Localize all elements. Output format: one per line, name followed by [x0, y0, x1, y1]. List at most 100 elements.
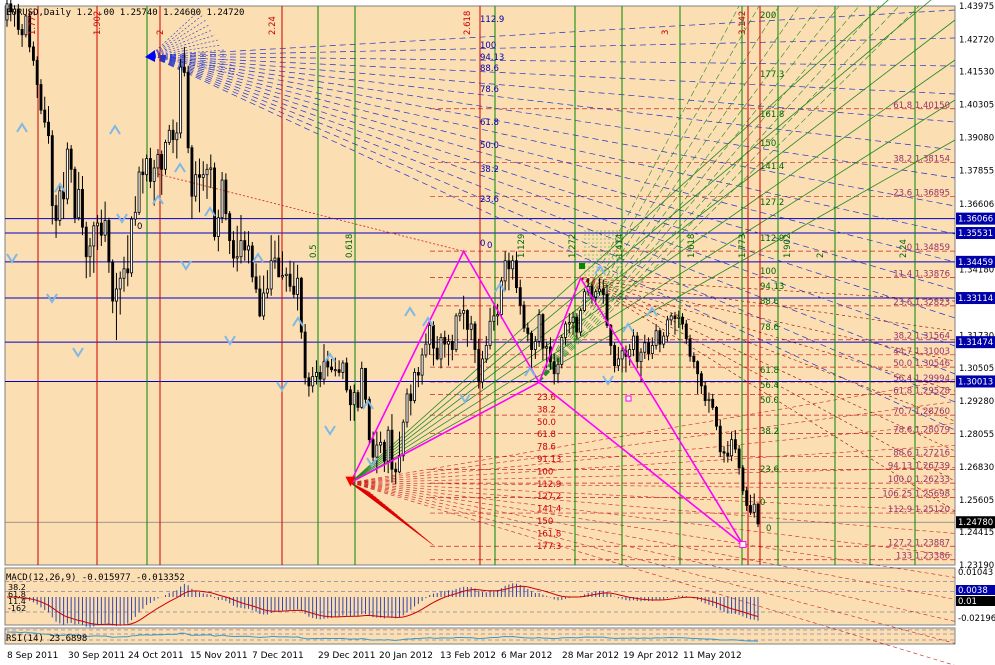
candle-body	[416, 371, 420, 376]
candle-body	[352, 392, 356, 406]
candle-body	[337, 369, 341, 373]
candle-body	[77, 189, 81, 219]
candle-body	[454, 315, 458, 350]
candle-body	[20, 29, 24, 36]
date-tick-label: 15 Nov 2011	[190, 651, 248, 661]
fib-blue-mid-label: 94.13	[760, 282, 784, 292]
fib-blue-mid-label: 177.3	[760, 70, 784, 80]
candle-body	[84, 226, 88, 258]
candle-body	[258, 288, 262, 317]
candle-body	[450, 341, 454, 350]
candle-body	[677, 316, 681, 319]
fib-right-label: 94.13 1.26739	[888, 462, 950, 472]
candle-body	[148, 158, 152, 182]
candle-body	[575, 316, 579, 333]
candle-body	[571, 316, 575, 324]
candle-body	[635, 335, 639, 363]
candle-body	[394, 468, 398, 473]
fib-right-label: 61.8 1.29528	[893, 387, 950, 397]
time-fib-green-label: 0.5	[309, 244, 319, 258]
candle-body	[424, 343, 428, 356]
candle-body	[409, 393, 413, 402]
candle-body	[96, 222, 100, 227]
candle-body	[190, 147, 194, 197]
macd-scale-label: 0.01043	[958, 568, 993, 578]
candle-body	[673, 315, 677, 319]
candle-body	[398, 455, 401, 473]
candle-body	[330, 366, 333, 371]
candle-body	[582, 291, 586, 311]
fib-right-label: 0 1.34859	[907, 243, 950, 253]
chart-canvas: 23.6 38.2 50.0 61.8 78.6 91.13 100 112.9 127.2 14…	[0, 0, 995, 665]
candle-body	[567, 322, 571, 325]
date-tick-label: 20 Jan 2012	[379, 651, 433, 661]
price-tick-label: 1.37855	[959, 166, 994, 176]
candle-body	[692, 355, 696, 363]
candle-body	[201, 174, 205, 178]
fib-right-label: 112.9 1.25120	[888, 505, 950, 515]
fib-retracement-label: 78.6	[537, 443, 556, 453]
pattern-end-marker	[739, 541, 747, 549]
candle-body	[356, 392, 360, 408]
time-fib-red-label: 2	[156, 30, 166, 35]
candle-body	[179, 66, 183, 134]
date-tick-label: 28 Mar 2012	[562, 651, 619, 661]
candle-body	[522, 304, 526, 329]
fib-blue-mid-label: 38.2	[760, 427, 779, 437]
candle-body	[745, 490, 749, 506]
fib-blue-mid-label: 141.4	[760, 162, 784, 172]
date-tick-label: 8 Sep 2011	[7, 651, 58, 661]
candle-body	[465, 310, 469, 330]
price-box-label: 1.24780	[958, 518, 993, 528]
candle-body	[262, 292, 266, 317]
fib-blue-mid-label: 88.6	[760, 297, 779, 307]
candle-body	[254, 276, 258, 290]
price-box-label: 1.35531	[958, 229, 993, 239]
candle-body	[379, 441, 383, 446]
candle-body	[24, 15, 28, 36]
fib-right-label: 127.2 1.23887	[888, 538, 950, 548]
candle-body	[145, 158, 149, 176]
candle-body	[390, 429, 394, 470]
candle-body	[711, 398, 715, 408]
candle-body	[122, 268, 126, 279]
date-tick-label: 30 Sep 2011	[68, 651, 125, 661]
candle-body	[447, 341, 450, 345]
candle-body	[650, 345, 654, 354]
fib-retracement-label: 50.0	[537, 418, 556, 428]
candle-body	[273, 257, 277, 262]
fib-blue-mid-label: 61.8	[760, 366, 779, 376]
fib-blue-top-label: 94.13	[480, 53, 504, 63]
candle-body	[209, 167, 213, 170]
zero-label-d: 0	[766, 524, 771, 534]
time-fib-green-label: 1.129	[517, 234, 527, 258]
fib-blue-mid-label: 200	[760, 11, 776, 21]
candle-body	[107, 219, 111, 263]
candle-body	[375, 444, 379, 458]
fib-right-label: 50.0 1.30546	[893, 359, 950, 369]
fib-retracement-label: 100	[537, 467, 553, 477]
candle-body	[537, 314, 541, 342]
fib-right-label: 78.6 1.28079	[893, 425, 950, 435]
fib-blue-top-label: 88.6	[480, 64, 499, 74]
fib-retracement-label: 150	[537, 517, 553, 527]
candle-body	[413, 371, 417, 402]
candle-body	[669, 315, 673, 321]
date-tick-label: 7 Dec 2011	[252, 651, 304, 661]
candle-body	[496, 314, 500, 317]
price-tick-label: 1.40305	[959, 101, 994, 111]
price-box-label: 1.33114	[958, 294, 993, 304]
candle-body	[733, 439, 737, 450]
candle-body	[284, 273, 288, 276]
candle-body	[526, 327, 530, 334]
fib-right-label: 61.8 1.40150	[893, 101, 950, 111]
fib-blue-top-label: 112.9	[480, 15, 504, 25]
candle-body	[405, 393, 409, 423]
candle-body	[99, 222, 103, 236]
date-tick-label: 19 Apr 2012	[623, 651, 679, 661]
candle-body	[54, 205, 58, 221]
candle-body	[511, 260, 515, 270]
candle-body	[126, 268, 130, 274]
candle-body	[81, 189, 84, 228]
candle-body	[318, 371, 322, 380]
